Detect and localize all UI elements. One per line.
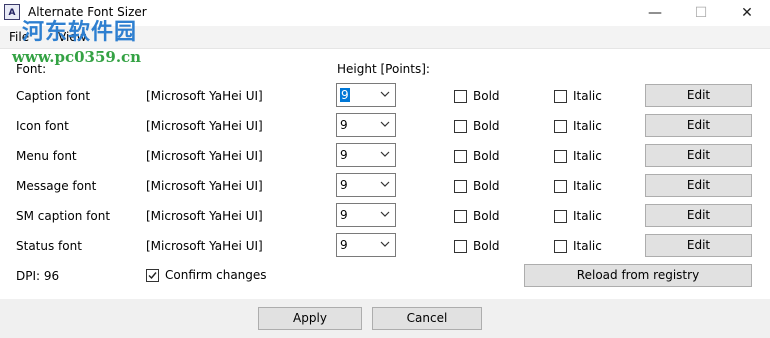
bold-label: Bold xyxy=(473,119,500,133)
height-value: 9 xyxy=(340,178,348,192)
app-icon: A xyxy=(4,4,20,20)
watermark-url: www.pc0359.cn xyxy=(12,48,142,66)
height-value: 9 xyxy=(340,148,348,162)
italic-checkbox[interactable] xyxy=(554,90,567,103)
font-row-label: Menu font xyxy=(16,149,77,163)
font-name: [Microsoft YaHei UI] xyxy=(146,239,263,253)
close-button[interactable]: ✕ xyxy=(724,0,770,26)
bold-checkbox[interactable] xyxy=(454,240,467,253)
edit-button[interactable]: Edit xyxy=(645,174,752,197)
height-select[interactable]: 9 xyxy=(336,173,396,197)
italic-checkbox[interactable] xyxy=(554,210,567,223)
maximize-button[interactable]: ☐ xyxy=(678,0,724,26)
bold-checkbox[interactable] xyxy=(454,120,467,133)
bold-checkbox[interactable] xyxy=(454,90,467,103)
font-row-label: Caption font xyxy=(16,89,91,103)
height-value: 9 xyxy=(340,118,348,132)
edit-button[interactable]: Edit xyxy=(645,114,752,137)
edit-button[interactable]: Edit xyxy=(645,84,752,107)
bold-checkbox[interactable] xyxy=(454,210,467,223)
bold-label: Bold xyxy=(473,89,500,103)
bold-label: Bold xyxy=(473,179,500,193)
font-name: [Microsoft YaHei UI] xyxy=(146,149,263,163)
font-name: [Microsoft YaHei UI] xyxy=(146,209,263,223)
footer-bar: Apply Cancel xyxy=(0,299,770,338)
italic-label: Italic xyxy=(573,119,602,133)
bold-label: Bold xyxy=(473,149,500,163)
edit-button[interactable]: Edit xyxy=(645,204,752,227)
chevron-down-icon xyxy=(380,121,390,127)
minimize-button[interactable]: — xyxy=(632,0,678,26)
chevron-down-icon xyxy=(380,211,390,217)
italic-checkbox[interactable] xyxy=(554,150,567,163)
edit-button[interactable]: Edit xyxy=(645,234,752,257)
chevron-down-icon xyxy=(380,181,390,187)
font-row-label: SM caption font xyxy=(16,209,111,223)
height-header: Height [Points]: xyxy=(337,62,430,76)
height-select[interactable]: 9 xyxy=(336,113,396,137)
watermark-text: 河东软件园 xyxy=(22,19,138,45)
font-row-label: Icon font xyxy=(16,119,69,133)
height-select[interactable]: 9 xyxy=(336,83,396,107)
chevron-down-icon xyxy=(380,241,390,247)
font-name: [Microsoft YaHei UI] xyxy=(146,179,263,193)
checkmark-icon xyxy=(148,272,157,280)
font-name: [Microsoft YaHei UI] xyxy=(146,89,263,103)
edit-button[interactable]: Edit xyxy=(645,144,752,167)
confirm-changes-label: Confirm changes xyxy=(165,268,267,282)
height-select[interactable]: 9 xyxy=(336,143,396,167)
font-row-label: Message font xyxy=(16,179,97,193)
italic-label: Italic xyxy=(573,149,602,163)
italic-label: Italic xyxy=(573,179,602,193)
italic-label: Italic xyxy=(573,89,602,103)
bold-label: Bold xyxy=(473,239,500,253)
dpi-label: DPI: 96 xyxy=(16,269,60,283)
bold-label: Bold xyxy=(473,209,500,223)
font-row-label: Status font xyxy=(16,239,82,253)
height-select[interactable]: 9 xyxy=(336,203,396,227)
height-value: 9 xyxy=(340,238,348,252)
italic-label: Italic xyxy=(573,209,602,223)
bold-checkbox[interactable] xyxy=(454,150,467,163)
reload-from-registry-button[interactable]: Reload from registry xyxy=(524,264,752,287)
italic-checkbox[interactable] xyxy=(554,120,567,133)
cancel-button[interactable]: Cancel xyxy=(372,307,482,330)
italic-label: Italic xyxy=(573,239,602,253)
height-value: 9 xyxy=(340,208,348,222)
bold-checkbox[interactable] xyxy=(454,180,467,193)
italic-checkbox[interactable] xyxy=(554,180,567,193)
apply-button[interactable]: Apply xyxy=(258,307,362,330)
height-select[interactable]: 9 xyxy=(336,233,396,257)
height-value: 9 xyxy=(340,88,350,102)
confirm-changes-checkbox[interactable] xyxy=(146,269,159,282)
italic-checkbox[interactable] xyxy=(554,240,567,253)
chevron-down-icon xyxy=(380,151,390,157)
chevron-down-icon xyxy=(380,91,390,97)
font-name: [Microsoft YaHei UI] xyxy=(146,119,263,133)
